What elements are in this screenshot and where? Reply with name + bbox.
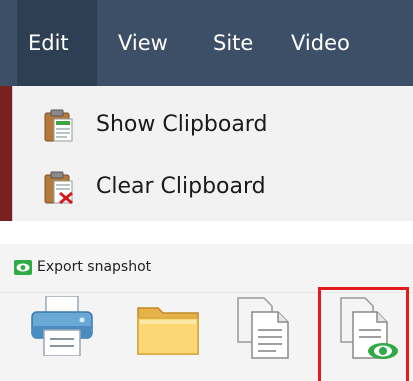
open-folder-button[interactable] — [136, 300, 200, 356]
clipboard-icon — [43, 109, 75, 143]
print-button[interactable] — [30, 296, 94, 356]
export-snapshot-title: Export snapshot — [37, 259, 152, 275]
printer-icon — [30, 296, 94, 356]
menu-item-show-clipboard[interactable]: Show Clipboard — [13, 94, 413, 156]
edit-dropdown-menu: Show Clipboard Clear Clipboard — [12, 86, 413, 221]
eye-icon — [14, 260, 32, 275]
copy-snapshot-button[interactable] — [236, 296, 290, 360]
menu-item-clear-clipboard-label: Clear Clipboard — [96, 174, 266, 199]
menu-item-clear-clipboard[interactable]: Clear Clipboard — [13, 156, 413, 218]
highlight-box — [318, 287, 409, 381]
copy-pages-icon — [236, 296, 290, 360]
folder-icon — [136, 300, 200, 356]
menu-edit-label: Edit — [28, 31, 69, 55]
menu-screenshot-panel: Edit View Site Video Show Clipboard Clea… — [0, 0, 413, 221]
export-snapshot-titlebar: Export snapshot — [0, 244, 413, 293]
menu-view[interactable]: View — [118, 0, 168, 86]
menu-video[interactable]: Video — [291, 0, 350, 86]
menu-edit[interactable]: Edit — [17, 0, 97, 86]
clipboard-clear-icon — [43, 171, 75, 205]
menu-item-show-clipboard-label: Show Clipboard — [96, 112, 268, 137]
menu-site[interactable]: Site — [213, 0, 253, 86]
menu-bar: Edit View Site Video — [0, 0, 413, 86]
